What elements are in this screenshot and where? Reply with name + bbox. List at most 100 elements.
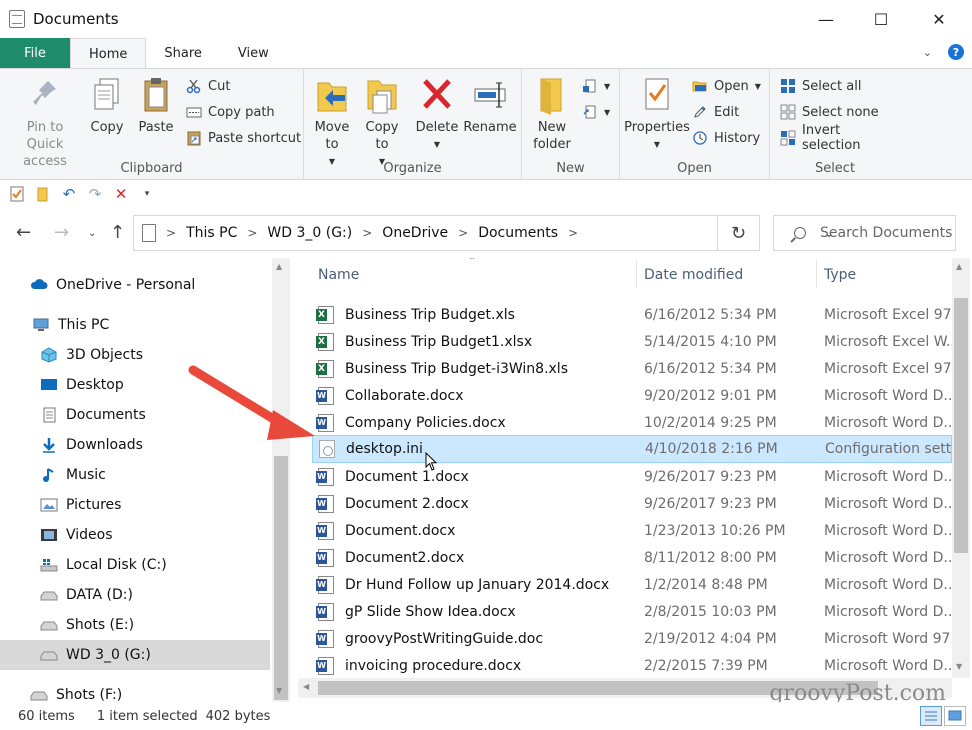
table-row[interactable]: Document 1.docx 9/26/2017 9:23 PM Micros… <box>312 463 952 490</box>
file-date: 6/16/2012 5:34 PM <box>644 360 777 377</box>
copy-to-button[interactable]: Copy to ▼ <box>360 75 404 170</box>
breadcrumb-chevron-icon[interactable]: > <box>362 226 372 240</box>
move-to-button[interactable]: Move to ▼ <box>310 75 354 170</box>
breadcrumb-onedrive[interactable]: OneDrive <box>382 225 448 241</box>
large-icons-view-icon <box>948 710 962 721</box>
help-icon[interactable]: ? <box>948 44 964 60</box>
file-type: Microsoft Word D... <box>824 495 952 512</box>
table-row-selected[interactable]: desktop.ini 4/10/2018 2:16 PM Configurat… <box>312 435 952 463</box>
large-icons-view-button[interactable] <box>944 706 966 726</box>
close-button[interactable]: ✕ <box>916 0 962 38</box>
new-folder-qat-icon[interactable] <box>34 185 52 203</box>
customize-qat-icon[interactable]: ▾ <box>138 185 156 203</box>
properties-button[interactable]: Properties ▼ <box>624 75 690 153</box>
delete-qat-icon[interactable]: ✕ <box>112 185 130 203</box>
invert-selection-button[interactable]: Invert selection <box>780 123 900 153</box>
recent-locations-chevron-icon[interactable]: ⌄ <box>88 228 96 239</box>
delete-button[interactable]: Delete ▼ <box>414 75 460 153</box>
scroll-up-arrow-icon[interactable]: ▲ <box>276 262 282 271</box>
nav-item-wd-3-0-g[interactable]: WD 3_0 (G:) <box>0 640 270 670</box>
new-folder-button[interactable]: New folder <box>530 75 574 153</box>
table-row[interactable]: Business Trip Budget-i3Win8.xls 6/16/201… <box>312 355 952 382</box>
forward-arrow-icon[interactable]: → <box>54 222 69 243</box>
address-bar[interactable]: > This PC > WD 3_0 (G:) > OneDrive > Doc… <box>133 215 834 251</box>
file-list-scrollbar[interactable]: ▲ ▼ <box>952 258 970 678</box>
breadcrumb-chevron-icon[interactable]: > <box>568 226 578 240</box>
minimize-button[interactable]: — <box>803 0 849 38</box>
edit-button[interactable]: Edit <box>692 101 739 123</box>
search-box[interactable]: Search Documents <box>773 215 956 251</box>
nav-pane-scroll-thumb[interactable] <box>274 456 288 700</box>
paste-shortcut-button[interactable]: Paste shortcut <box>186 127 301 149</box>
breadcrumb-chevron-icon[interactable]: > <box>166 226 176 240</box>
scroll-left-arrow-icon[interactable]: ◀ <box>303 682 309 691</box>
back-arrow-icon[interactable]: ← <box>16 222 31 243</box>
drive-icon <box>30 687 48 702</box>
file-list-scroll-thumb[interactable] <box>954 298 968 553</box>
nav-item-shots-e[interactable]: Shots (E:) <box>0 610 270 640</box>
breadcrumb-this-pc[interactable]: This PC <box>186 225 237 241</box>
nav-item-local-disk-c[interactable]: Local Disk (C:) <box>0 550 270 580</box>
cut-button[interactable]: Cut <box>186 75 230 97</box>
nav-item-this-pc[interactable]: This PC <box>0 310 270 340</box>
table-row[interactable]: Business Trip Budget.xls 6/16/2012 5:34 … <box>312 301 952 328</box>
table-row[interactable]: groovyPostWritingGuide.doc 2/19/2012 4:0… <box>312 625 952 652</box>
history-button[interactable]: History <box>692 127 760 149</box>
rename-button[interactable]: Rename <box>463 75 517 136</box>
nav-pane-scrollbar[interactable]: ▲ ▼ <box>272 258 290 702</box>
tab-home[interactable]: Home <box>70 38 147 69</box>
maximize-button[interactable]: ☐ <box>858 0 904 38</box>
redo-icon[interactable]: ↷ <box>86 185 104 203</box>
tab-file[interactable]: File <box>0 38 70 68</box>
file-list: Name ⌃ Date modified Type Business Trip … <box>298 258 952 678</box>
tab-share[interactable]: Share <box>146 38 220 68</box>
table-row[interactable]: Document 2.docx 9/26/2017 9:23 PM Micros… <box>312 490 952 517</box>
paste-button[interactable]: Paste <box>134 75 178 136</box>
select-all-button[interactable]: Select all <box>780 75 861 97</box>
open-button[interactable]: Open ▼ <box>692 75 761 97</box>
nav-item-data-d[interactable]: DATA (D:) <box>0 580 270 610</box>
scroll-up-arrow-icon[interactable]: ▲ <box>956 262 962 271</box>
explorer-app-icon[interactable] <box>9 10 25 28</box>
breadcrumb-chevron-icon[interactable]: > <box>247 226 257 240</box>
collapse-ribbon-icon[interactable]: ⌄ <box>923 46 932 59</box>
nav-item-shots-f[interactable]: Shots (F:) <box>0 680 270 702</box>
table-row[interactable]: Dr Hund Follow up January 2014.docx 1/2/… <box>312 571 952 598</box>
file-type: Microsoft Word D... <box>824 468 952 485</box>
select-none-button[interactable]: Select none <box>780 101 879 123</box>
table-row[interactable]: Business Trip Budget1.xlsx 5/14/2015 4:1… <box>312 328 952 355</box>
pin-to-quick-access-button[interactable]: Pin to Quick access <box>6 75 84 170</box>
nav-item-music[interactable]: Music <box>0 460 270 490</box>
new-item-button[interactable]: ▼ <box>582 75 610 97</box>
copy-path-button[interactable]: Copy path <box>186 101 275 123</box>
select-all-label: Select all <box>802 78 862 94</box>
view-buttons <box>920 706 966 726</box>
table-row[interactable]: Collaborate.docx 9/20/2012 9:01 PM Micro… <box>312 382 952 409</box>
undo-icon[interactable]: ↶ <box>60 185 78 203</box>
table-row[interactable]: invoicing procedure.docx 2/2/2015 7:39 P… <box>312 652 952 678</box>
easy-access-button[interactable]: ▼ <box>582 101 610 123</box>
file-date: 1/2/2014 8:48 PM <box>644 576 768 593</box>
tab-view[interactable]: View <box>220 38 287 68</box>
drive-icon <box>40 587 58 603</box>
table-row[interactable]: gP Slide Show Idea.docx 2/8/2015 10:03 P… <box>312 598 952 625</box>
table-row[interactable]: Document2.docx 8/11/2012 8:00 PM Microso… <box>312 544 952 571</box>
breadcrumb-chevron-icon[interactable]: > <box>458 226 468 240</box>
scroll-down-arrow-icon[interactable]: ▼ <box>276 686 282 695</box>
file-name: Company Policies.docx <box>345 414 506 431</box>
properties-check-icon[interactable] <box>8 185 26 203</box>
word-file-icon <box>316 521 334 540</box>
table-row[interactable]: Company Policies.docx 10/2/2014 9:25 PM … <box>312 409 952 436</box>
details-view-button[interactable] <box>920 706 942 726</box>
copy-button[interactable]: Copy <box>86 75 128 136</box>
up-arrow-icon[interactable]: ↑ <box>110 222 125 243</box>
scroll-down-arrow-icon[interactable]: ▼ <box>956 662 962 671</box>
nav-item-onedrive[interactable]: OneDrive - Personal <box>0 270 270 300</box>
refresh-button[interactable]: ↻ <box>718 215 760 251</box>
table-row[interactable]: Document.docx 1/23/2013 10:26 PM Microso… <box>312 517 952 544</box>
breadcrumb-drive[interactable]: WD 3_0 (G:) <box>267 225 352 241</box>
breadcrumb-documents[interactable]: Documents <box>478 225 558 241</box>
nav-item-pictures[interactable]: Pictures <box>0 490 270 520</box>
file-name: Collaborate.docx <box>345 387 464 404</box>
nav-item-videos[interactable]: Videos <box>0 520 270 550</box>
